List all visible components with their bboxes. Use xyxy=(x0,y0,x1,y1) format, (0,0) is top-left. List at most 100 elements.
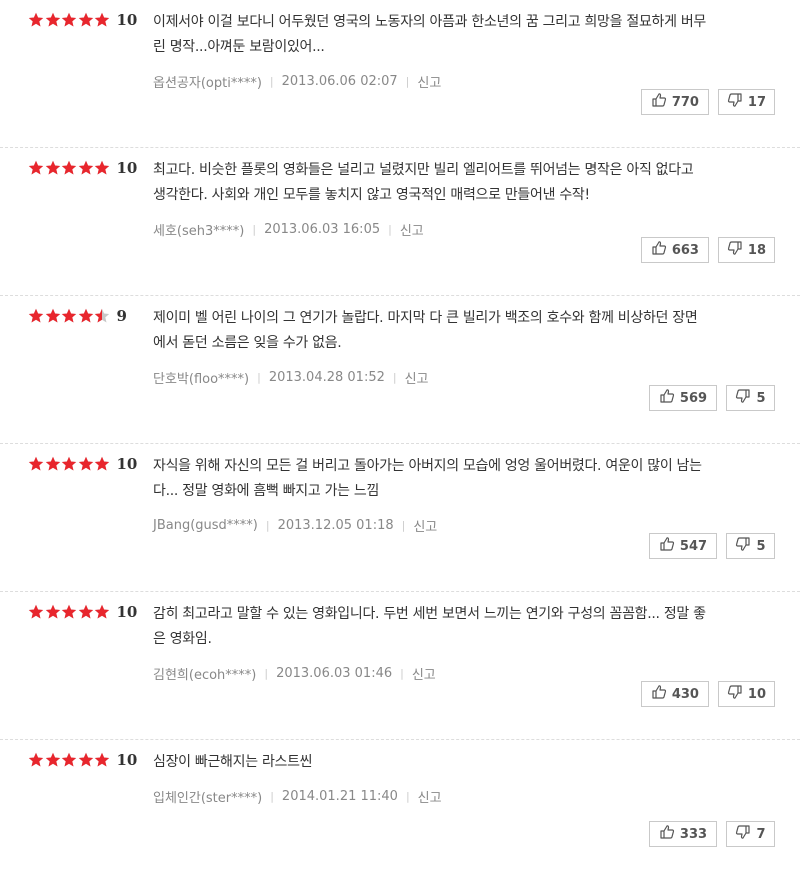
author-name[interactable]: JBang(gusd****) xyxy=(153,518,258,533)
review-text-line: 생각한다. 사회와 개인 모두를 놓치지 않고 영국적인 매력으로 만들어낸 수… xyxy=(153,187,590,203)
thumbs-down-icon xyxy=(727,240,748,260)
review-text-line: 최고다. 비슷한 플롯의 영화들은 널리고 널렸지만 빌리 엘리어트를 뛰어넘는… xyxy=(153,162,694,178)
review-date: 2013.06.06 02:07 xyxy=(281,74,398,89)
star-icon xyxy=(28,456,44,472)
rating: 10 xyxy=(28,11,137,29)
like-button[interactable]: 333 xyxy=(649,821,717,847)
author-name[interactable]: 김현희(ecoh****) xyxy=(153,664,256,683)
rating: 9 xyxy=(28,307,127,325)
author-name[interactable]: 세호(seh3****) xyxy=(153,220,244,239)
review-list: 10 이제서야 이걸 보다니 어두웠던 영국의 노동자의 아픔과 한소년의 꿈 … xyxy=(0,0,800,885)
review-meta: 김현희(ecoh****) | 2013.06.03 01:46 | 신고 xyxy=(153,664,436,683)
divider: | xyxy=(257,371,261,384)
report-link[interactable]: 신고 xyxy=(417,72,441,91)
star-icon xyxy=(94,456,110,472)
star-rating xyxy=(28,456,111,472)
vote-buttons: 547 5 xyxy=(649,533,775,559)
star-icon xyxy=(61,12,77,28)
dislike-count: 7 xyxy=(756,826,766,842)
thumbs-up-icon xyxy=(651,684,672,704)
dislike-button[interactable]: 7 xyxy=(726,821,775,847)
review-item: 10 최고다. 비슷한 플롯의 영화들은 널리고 널렸지만 빌리 엘리어트를 뛰… xyxy=(0,148,800,296)
report-link[interactable]: 신고 xyxy=(405,368,429,387)
star-icon xyxy=(61,604,77,620)
divider: | xyxy=(401,519,406,532)
review-item: 10 감히 최고라고 말할 수 있는 영화입니다. 두번 세번 보면서 느끼는 … xyxy=(0,592,800,740)
vote-buttons: 663 18 xyxy=(640,237,775,263)
author-name[interactable]: 입체인간(ster****) xyxy=(153,787,262,806)
rating-score: 9 xyxy=(116,307,127,325)
thumbs-down-icon xyxy=(727,684,748,704)
star-icon xyxy=(45,160,61,176)
like-button[interactable]: 547 xyxy=(649,533,717,559)
review-text: 이제서야 이걸 보다니 어두웠던 영국의 노동자의 아픔과 한소년의 꿈 그리고… xyxy=(153,10,753,60)
thumbs-up-icon xyxy=(651,240,672,260)
dislike-button[interactable]: 10 xyxy=(717,681,775,707)
rating: 10 xyxy=(28,159,137,177)
like-count: 430 xyxy=(671,686,699,702)
author-name[interactable]: 옵션공자(opti****) xyxy=(153,72,262,91)
vote-buttons: 430 10 xyxy=(640,681,775,707)
review-date: 2014.01.21 11:40 xyxy=(281,789,398,804)
like-button[interactable]: 663 xyxy=(640,237,709,263)
star-icon xyxy=(45,604,61,620)
star-icon xyxy=(78,160,94,176)
review-item: 10 심장이 빠근해지는 라스트씬 입체인간(ster****) | 2014.… xyxy=(0,740,800,885)
star-icon xyxy=(45,752,61,768)
vote-buttons: 770 17 xyxy=(640,89,775,115)
rating-score: 10 xyxy=(116,751,138,769)
report-link[interactable]: 신고 xyxy=(400,220,424,239)
dislike-button[interactable]: 18 xyxy=(717,237,775,263)
review-date: 2013.04.28 01:52 xyxy=(268,370,385,385)
dislike-count: 18 xyxy=(747,242,766,258)
thumbs-down-icon xyxy=(735,536,756,556)
review-text-line: 다... 정말 영화에 흠뻑 빠지고 가는 느낌 xyxy=(153,483,380,499)
review-text-line: 린 명작...아껴둔 보람이있어... xyxy=(153,39,325,55)
review-text: 감히 최고라고 말할 수 있는 영화입니다. 두번 세번 보면서 느끼는 연기와… xyxy=(153,602,753,652)
vote-buttons: 333 7 xyxy=(649,821,775,847)
report-link[interactable]: 신고 xyxy=(413,516,437,535)
dislike-count: 10 xyxy=(747,686,766,702)
dislike-count: 5 xyxy=(756,390,766,406)
star-icon xyxy=(78,12,94,28)
like-count: 569 xyxy=(679,390,708,406)
star-icon xyxy=(28,308,44,324)
dislike-button[interactable]: 17 xyxy=(717,89,775,115)
like-count: 333 xyxy=(679,826,708,842)
like-button[interactable]: 430 xyxy=(640,681,709,707)
star-icon xyxy=(28,604,44,620)
report-link[interactable]: 신고 xyxy=(418,787,442,806)
vote-buttons: 569 5 xyxy=(649,385,775,411)
divider: | xyxy=(405,790,410,803)
review-text-line: 제이미 벨 어린 나이의 그 연기가 놀랍다. 마지막 다 큰 빌리가 백조의 … xyxy=(153,310,698,326)
author-name[interactable]: 단호박(floo****) xyxy=(153,368,249,387)
divider: | xyxy=(270,790,274,803)
dislike-button[interactable]: 5 xyxy=(726,385,775,411)
review-text: 최고다. 비슷한 플롯의 영화들은 널리고 널렸지만 빌리 엘리어트를 뛰어넘는… xyxy=(153,158,753,208)
star-icon xyxy=(94,752,110,768)
divider: | xyxy=(400,667,404,680)
star-icon xyxy=(78,752,94,768)
like-count: 547 xyxy=(679,538,708,554)
star-icon xyxy=(61,456,77,472)
thumbs-up-icon xyxy=(659,536,680,556)
review-text: 심장이 빠근해지는 라스트씬 xyxy=(153,750,753,775)
report-link[interactable]: 신고 xyxy=(412,664,436,683)
divider: | xyxy=(392,371,397,384)
review-date: 2013.06.03 16:05 xyxy=(264,222,381,237)
star-icon xyxy=(28,12,44,28)
star-rating xyxy=(28,12,111,28)
dislike-count: 17 xyxy=(747,94,766,110)
star-icon xyxy=(78,308,94,324)
star-icon xyxy=(28,160,44,176)
like-button[interactable]: 770 xyxy=(640,89,709,115)
star-icon xyxy=(78,456,94,472)
review-text-line: 심장이 빠근해지는 라스트씬 xyxy=(153,754,313,770)
divider: | xyxy=(269,75,274,88)
like-button[interactable]: 569 xyxy=(649,385,717,411)
star-icon xyxy=(61,752,77,768)
thumbs-down-icon xyxy=(735,824,756,844)
review-date: 2013.12.05 01:18 xyxy=(277,518,394,533)
dislike-button[interactable]: 5 xyxy=(726,533,775,559)
divider: | xyxy=(388,223,392,236)
